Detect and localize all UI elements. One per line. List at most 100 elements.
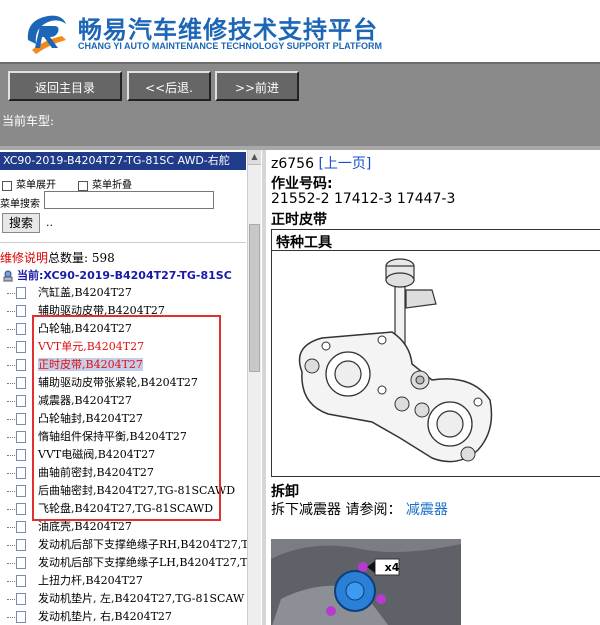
tree-item[interactable]: 减震器,B4204T27 (6, 392, 246, 410)
document-icon (7, 557, 26, 569)
document-icon (7, 521, 26, 533)
tree-item-label: 正时皮带,B4204T27 (38, 358, 143, 371)
current-node[interactable]: 当前:XC90-2019-B4204T27-TG-81SC (2, 267, 232, 283)
menu-expand-label: 菜单展开 (16, 180, 56, 191)
scroll-thumb[interactable] (249, 224, 260, 372)
tree-item[interactable]: 辅助驱动皮带,B4204T27 (6, 302, 246, 320)
tree-item[interactable]: 发动机后部下支撑绝缘子LH,B4204T27,TG (6, 554, 256, 572)
tree-item[interactable]: 凸轮轴封,B4204T27 (6, 410, 246, 428)
tree-item[interactable]: 辅助驱动皮带张紧轮,B4204T27 (6, 374, 246, 392)
tree-item[interactable]: 飞轮盘,B4204T27,TG-81SCAWD (6, 500, 246, 518)
document-icon (7, 431, 26, 443)
forward-button[interactable]: >>前进 (215, 71, 299, 101)
document-icon (7, 485, 26, 497)
section-title: 正时皮带 (271, 212, 327, 228)
menu-collapse-label: 菜单折叠 (92, 180, 132, 191)
tree-item-label: 发动机垫片, 右,B4204T27 (38, 610, 172, 623)
document-icon (7, 611, 26, 623)
special-tools-title: 特种工具 (276, 235, 332, 251)
vehicle-node-icon (3, 270, 13, 282)
count-line: 维修说明总数量: 598 (0, 249, 115, 266)
document-icon (7, 449, 26, 461)
site-header: 畅易汽车维修技术支持平台 CHANG YI AUTO MAINTENANCE T… (0, 0, 600, 62)
removal-instruction: 拆下减震器 请参阅： 减震器 (271, 499, 448, 519)
checkbox-icon (2, 180, 12, 191)
nav-bar: 返回主目录 <<后退. >>前进 (0, 62, 600, 108)
tree-item-label: VVT单元,B4204T27 (38, 340, 145, 353)
checkbox-icon (78, 180, 88, 191)
tree-item[interactable]: 发动机垫片, 右,B4204T27 (6, 608, 246, 625)
content-pane: z6756 [上一页] 作业号码: 21552-2 17412-3 17447-… (266, 150, 600, 625)
tree-item-label: 减震器,B4204T27 (38, 394, 132, 407)
document-icon (7, 539, 26, 551)
document-icon (7, 413, 26, 425)
menu-expand-toggle[interactable]: 菜单展开 (2, 176, 56, 191)
tree-item[interactable]: 凸轮轴,B4204T27 (6, 320, 246, 338)
menu-collapse-toggle[interactable]: 菜单折叠 (78, 176, 132, 191)
sidebar: XC90-2019-B4204T27-TG-81SC AWD-右舵 菜单展开 菜… (0, 150, 262, 625)
brand-title: 畅易汽车维修技术支持平台 (78, 16, 378, 44)
vehicle-bar: 当前车型: (0, 106, 600, 146)
document-icon (7, 593, 26, 605)
search-label: 菜单搜索 (0, 199, 40, 210)
tree-item-label: 上扭力杆,B4204T27 (38, 574, 143, 587)
document-icon (7, 323, 26, 335)
scroll-up-arrow-icon[interactable]: ▲ (248, 150, 261, 165)
tree-item-label: 辅助驱动皮带,B4204T27 (38, 304, 165, 317)
tree-item[interactable]: 惰轴组件保持平衡,B4204T27 (6, 428, 246, 446)
current-node-label: 当前:XC90-2019-B4204T27-TG-81SC (17, 269, 232, 282)
tree-item[interactable]: 汽缸盖,B4204T27 (6, 284, 246, 302)
tree-item-label: 曲轴前密封,B4204T27 (38, 466, 154, 479)
document-icon (7, 377, 26, 389)
tree-item[interactable]: VVT单元,B4204T27 (6, 338, 246, 356)
tree-item-label: 辅助驱动皮带张紧轮,B4204T27 (38, 376, 198, 389)
tree-item-label: 油底壳,B4204T27 (38, 520, 132, 533)
search-dots: .. (46, 216, 53, 229)
tree-item[interactable]: 正时皮带,B4204T27 (6, 356, 246, 374)
document-icon (7, 575, 26, 587)
document-icon (7, 503, 26, 515)
divider (0, 242, 246, 243)
back-button[interactable]: <<后退. (127, 71, 211, 101)
special-tools-box: 特种工具 (271, 229, 600, 477)
brand-subtitle: CHANG YI AUTO MAINTENANCE TECHNOLOGY SUP… (78, 41, 383, 51)
current-vehicle-label: 当前车型: (2, 114, 55, 128)
damper-link[interactable]: 减震器 (406, 502, 448, 518)
sidebar-scrollbar[interactable]: ▲ (247, 150, 261, 625)
tree-item[interactable]: 上扭力杆,B4204T27 (6, 572, 246, 590)
doc-header: z6756 [上一页] (271, 153, 371, 173)
brand-logo-icon (27, 15, 66, 54)
tree-item[interactable]: 曲轴前密封,B4204T27 (6, 464, 246, 482)
tree-item[interactable]: VVT电磁阀,B4204T27 (6, 446, 246, 464)
tree-item[interactable]: 后曲轴密封,B4204T27,TG-81SCAWD (6, 482, 246, 500)
model-title[interactable]: XC90-2019-B4204T27-TG-81SC AWD-右舵 (0, 152, 246, 170)
count-prefix[interactable]: 维修说明 (0, 251, 48, 265)
tree-item-label: 惰轴组件保持平衡,B4204T27 (38, 430, 187, 443)
document-icon (7, 359, 26, 371)
tree-item-label: 汽缸盖,B4204T27 (38, 286, 132, 299)
document-icon (7, 287, 26, 299)
special-tool-illustration (298, 258, 493, 463)
tree-item-label: 发动机后部下支撑绝缘子LH,B4204T27,TG (38, 556, 257, 569)
tree-item[interactable]: 发动机后部下支撑绝缘子RH,B4204T27,T (6, 536, 249, 554)
tree-item-label: VVT电磁阀,B4204T27 (38, 448, 156, 461)
removal-text: 拆下减震器 请参阅： (271, 502, 402, 518)
count-label: 总数量: (48, 251, 89, 265)
tree-item[interactable]: 发动机垫片, 左,B4204T27,TG-81SCAW (6, 590, 246, 608)
doc-id: z6756 (271, 156, 314, 172)
job-codes: 21552-2 17412-3 17447-3 (271, 191, 456, 207)
divider (272, 250, 600, 251)
document-icon (7, 395, 26, 407)
home-button[interactable]: 返回主目录 (8, 71, 122, 101)
menu-tree: 汽缸盖,B4204T27 辅助驱动皮带,B4204T27 凸轮轴,B4204T27 V… (6, 284, 256, 625)
document-icon (7, 467, 26, 479)
tree-item-label: 凸轮轴封,B4204T27 (38, 412, 143, 425)
prev-page-link[interactable]: [上一页] (318, 156, 371, 172)
search-button[interactable]: 搜索 (2, 213, 40, 233)
photo-badge: x4 (384, 561, 400, 574)
document-icon (7, 305, 26, 317)
removal-title: 拆卸 (271, 484, 299, 500)
tree-item[interactable]: 油底壳,B4204T27 (6, 518, 246, 536)
job-number-label: 作业号码: (271, 176, 333, 192)
search-input[interactable] (44, 191, 214, 209)
